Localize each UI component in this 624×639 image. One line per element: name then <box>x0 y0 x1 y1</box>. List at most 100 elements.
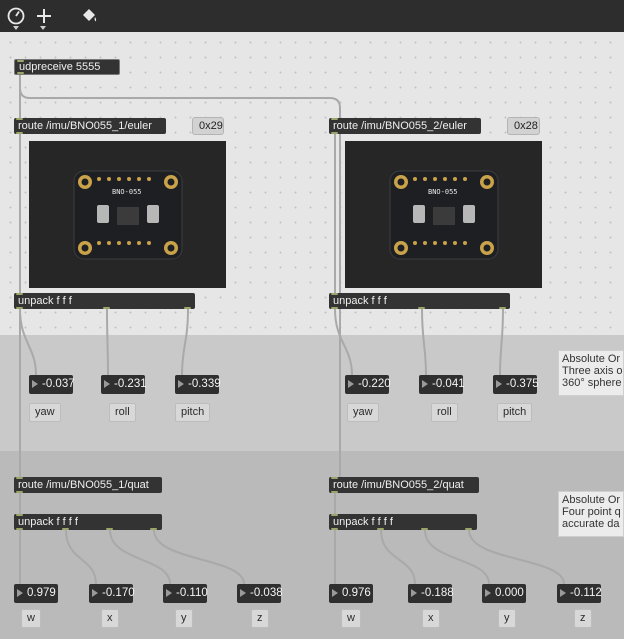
outlet[interactable] <box>150 528 157 530</box>
number-x-1[interactable]: -0.170 <box>89 584 135 603</box>
number-arrow-icon <box>332 589 338 597</box>
route-euler-label: route /imu/BNO055_2/euler <box>333 120 467 132</box>
label-yaw-2: yaw <box>347 403 379 422</box>
patch-cord[interactable] <box>334 308 353 376</box>
route-euler-label: route /imu/BNO055_1/euler <box>18 120 152 132</box>
patch-cord[interactable] <box>499 308 504 376</box>
number-value: 0.979 <box>27 587 56 599</box>
unpack-quat-1[interactable]: unpack f f f f <box>14 514 162 530</box>
outlet[interactable] <box>331 132 338 134</box>
outlet[interactable] <box>184 307 191 309</box>
outlet[interactable] <box>377 528 384 530</box>
inlet[interactable] <box>16 477 23 479</box>
outlet[interactable] <box>331 528 338 530</box>
unpack-quat-label: unpack f f f f <box>333 516 393 528</box>
inlet[interactable] <box>16 293 23 295</box>
number-arrow-icon <box>348 380 354 388</box>
number-value: -0.112 <box>570 587 602 599</box>
outlet[interactable] <box>418 307 425 309</box>
label-yaw-1: yaw <box>29 403 61 422</box>
number-z-1[interactable]: -0.038 <box>237 584 283 603</box>
patcher-canvas[interactable]: udpreceive 5555 route /imu/BNO055_1/eule… <box>0 32 624 639</box>
number-pitch-1[interactable]: -0.339 <box>175 375 221 394</box>
udpreceive-object[interactable]: udpreceive 5555 <box>14 59 120 75</box>
number-yaw-2[interactable]: -0.220 <box>345 375 391 394</box>
outlet[interactable] <box>62 528 69 530</box>
outlet[interactable] <box>499 307 506 309</box>
number-yaw-1[interactable]: -0.037 <box>29 375 75 394</box>
inlet[interactable] <box>331 477 338 479</box>
number-x-2[interactable]: -0.188 <box>408 584 454 603</box>
unpack-quat-2[interactable]: unpack f f f f <box>329 514 477 530</box>
paint-bucket-icon[interactable] <box>78 5 100 27</box>
board-silkscreen: BNO-055 <box>112 188 142 196</box>
route-euler-1[interactable]: route /imu/BNO055_1/euler <box>14 118 166 134</box>
comment-line: Four point q <box>562 506 621 518</box>
outlet[interactable] <box>16 528 23 530</box>
outlet[interactable] <box>331 491 338 493</box>
route-quat-2[interactable]: route /imu/BNO055_2/quat <box>329 477 479 493</box>
number-y-1[interactable]: -0.110 <box>163 584 208 603</box>
inlet[interactable] <box>16 118 23 120</box>
inlet[interactable] <box>16 514 23 516</box>
number-arrow-icon <box>240 589 246 597</box>
inlet[interactable] <box>331 118 338 120</box>
route-euler-2[interactable]: route /imu/BNO055_2/euler <box>329 118 481 134</box>
number-arrow-icon <box>92 589 98 597</box>
address-message-2[interactable]: 0x28 <box>507 117 540 135</box>
patch-cord[interactable] <box>424 529 490 585</box>
patch-cord[interactable] <box>65 529 97 585</box>
patch-cord[interactable] <box>181 308 189 376</box>
address-message-1[interactable]: 0x29 <box>192 117 224 135</box>
plus-icon[interactable] <box>33 5 55 27</box>
speedometer-icon[interactable] <box>5 5 27 27</box>
patch-cord[interactable] <box>380 529 416 585</box>
patch-cord[interactable] <box>109 529 171 585</box>
number-pitch-2[interactable]: -0.375 <box>493 375 539 394</box>
number-y-2[interactable]: 0.000 <box>482 584 526 603</box>
label-pitch-1: pitch <box>175 403 211 422</box>
inlet[interactable] <box>331 514 338 516</box>
outlet[interactable] <box>17 72 24 74</box>
route-quat-1[interactable]: route /imu/BNO055_1/quat <box>14 477 162 493</box>
number-w-2[interactable]: 0.976 <box>329 584 373 603</box>
route-quat-label: route /imu/BNO055_2/quat <box>333 479 464 491</box>
label-y-1: y <box>175 609 193 628</box>
outlet[interactable] <box>103 307 110 309</box>
patch-cord[interactable] <box>421 308 427 376</box>
patch-cord[interactable] <box>19 74 341 119</box>
outlet[interactable] <box>465 528 472 530</box>
outlet[interactable] <box>16 491 23 493</box>
patch-cord[interactable] <box>106 308 109 376</box>
comment-euler: Absolute Or Three axis o 360° sphere <box>558 350 624 396</box>
number-arrow-icon <box>166 589 172 597</box>
chevron-down-icon[interactable] <box>40 26 46 30</box>
chevron-down-icon[interactable] <box>13 26 19 30</box>
unpack-euler-2[interactable]: unpack f f f <box>329 293 510 309</box>
unpack-euler-1[interactable]: unpack f f f <box>14 293 195 309</box>
inlet[interactable] <box>17 60 24 62</box>
label-w-2: w <box>341 609 361 628</box>
label-x-2: x <box>422 609 440 628</box>
patch-cord[interactable] <box>468 529 565 585</box>
patch-cord[interactable] <box>19 308 37 376</box>
sensor-photo-2: BNO-055 <box>345 141 542 288</box>
number-value: -0.220 <box>358 378 391 390</box>
number-w-1[interactable]: 0.979 <box>14 584 58 603</box>
number-roll-2[interactable]: -0.041 <box>419 375 465 394</box>
number-roll-1[interactable]: -0.231 <box>101 375 147 394</box>
outlet[interactable] <box>16 132 23 134</box>
outlet[interactable] <box>16 307 23 309</box>
number-arrow-icon <box>178 380 184 388</box>
number-z-2[interactable]: -0.112 <box>557 584 602 603</box>
label-roll-2: roll <box>431 403 458 422</box>
number-arrow-icon <box>17 589 23 597</box>
label-roll-1: roll <box>109 403 136 422</box>
outlet[interactable] <box>331 307 338 309</box>
inlet[interactable] <box>331 293 338 295</box>
comment-line: Absolute Or <box>562 353 621 365</box>
outlet[interactable] <box>421 528 428 530</box>
comment-quat: Absolute Or Four point q accurate da <box>558 491 624 537</box>
unpack-euler-label: unpack f f f <box>333 295 387 307</box>
outlet[interactable] <box>106 528 113 530</box>
